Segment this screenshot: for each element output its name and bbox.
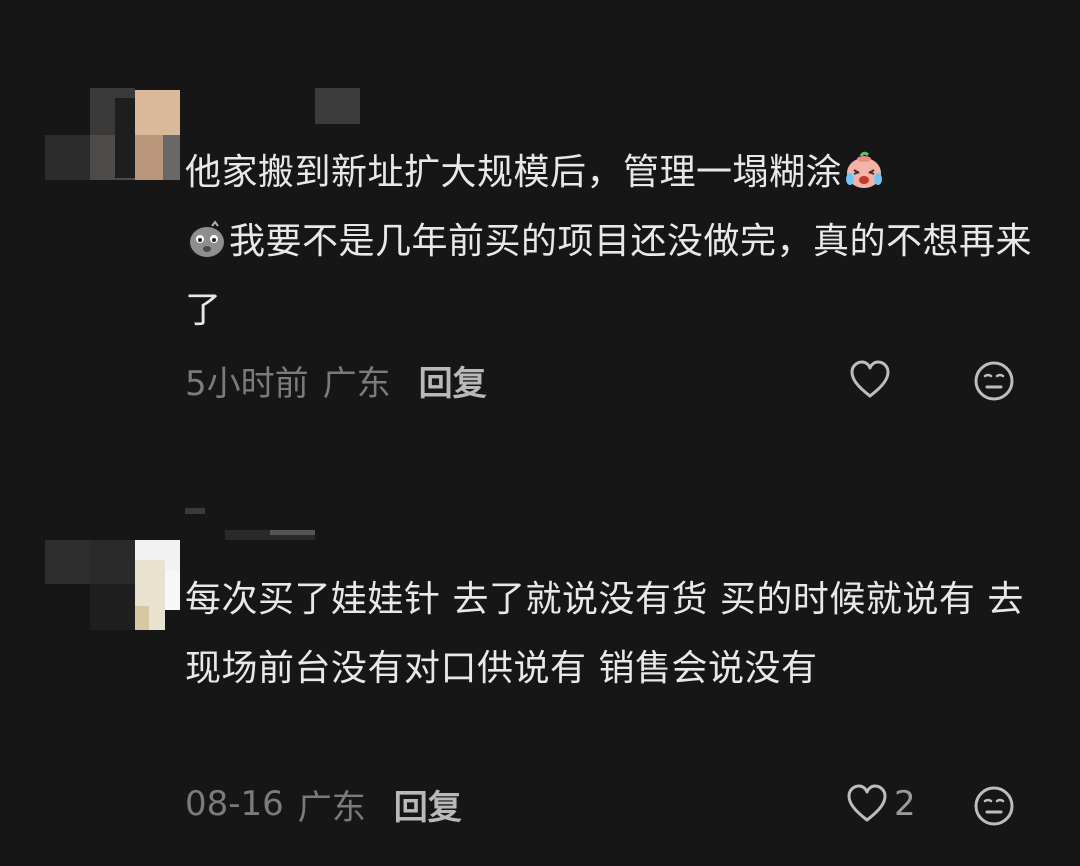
comment-location: 广东 — [297, 787, 366, 828]
speechless-emoji-icon — [190, 220, 224, 257]
comment-text-part: 他家搬到新址扩大规模后，管理一塌糊涂 — [185, 152, 843, 193]
like-button[interactable]: 2 — [846, 784, 916, 824]
like-count: 2 — [894, 784, 916, 824]
comment-meta: 08-16 广东 回复 — [185, 780, 462, 829]
username-blurred[interactable] — [185, 508, 325, 540]
heart-outline-icon — [850, 360, 890, 398]
crying-laughing-emoji-icon — [846, 151, 883, 188]
comment-time: 5小时前 — [185, 363, 309, 404]
comment-item: 每次买了娃娃针 去了就说没有货 买的时候就说有 去现场前台没有对口供说有 销售会… — [0, 480, 1080, 866]
comment-meta: 5小时前 广东 回复 — [185, 356, 487, 405]
username-blurred[interactable] — [180, 88, 360, 124]
comment-text-part: 我要不是几年前买的项目还没做完，真的不想再来了 — [185, 221, 1033, 331]
neutral-face-icon[interactable] — [973, 785, 1015, 827]
comment-time: 08-16 — [185, 784, 284, 824]
heart-outline-icon — [847, 784, 887, 822]
avatar[interactable] — [45, 540, 180, 630]
comment-item: 他家搬到新址扩大规模后，管理一塌糊涂 我要不是几年前买的项目还没做完，真的不想再… — [0, 0, 1080, 440]
comment-location: 广东 — [322, 363, 391, 404]
avatar[interactable] — [45, 88, 180, 183]
reply-button[interactable]: 回复 — [419, 356, 487, 405]
comment-text: 每次买了娃娃针 去了就说没有货 买的时候就说有 去现场前台没有对口供说有 销售会… — [185, 579, 1024, 689]
reply-button[interactable]: 回复 — [394, 780, 462, 829]
comment-list: 他家搬到新址扩大规模后，管理一塌糊涂 我要不是几年前买的项目还没做完，真的不想再… — [0, 0, 1080, 866]
like-button[interactable] — [849, 360, 897, 400]
comment-text: 他家搬到新址扩大规模后，管理一塌糊涂 我要不是几年前买的项目还没做完，真的不想再… — [185, 138, 1045, 345]
neutral-face-icon[interactable] — [973, 360, 1015, 402]
